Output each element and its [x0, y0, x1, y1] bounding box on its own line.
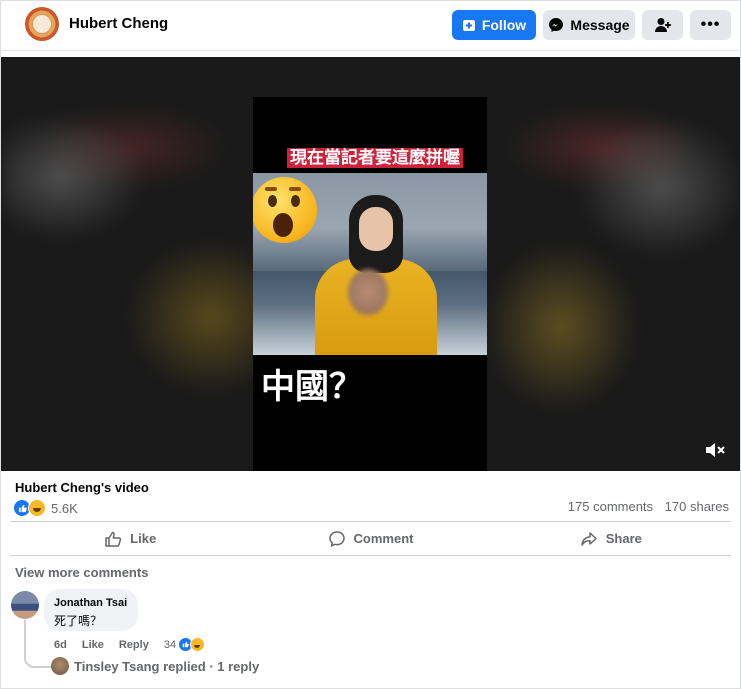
- like-button[interactable]: Like: [10, 522, 250, 555]
- view-more-comments-link[interactable]: View more comments: [15, 565, 148, 580]
- video-caption-top: 現在當記者要這麼拼喔: [287, 148, 463, 168]
- comment-reaction-count: 34: [163, 638, 177, 651]
- follow-icon: [462, 20, 475, 31]
- comment-author[interactable]: Jonathan Tsai: [54, 597, 127, 609]
- shocked-emoji-icon: [253, 177, 317, 243]
- video-player[interactable]: 現在當記者要這麼拼喔 中國？: [1, 57, 740, 471]
- reaction-count: 5.6K: [51, 500, 78, 516]
- haha-reaction-icon: [190, 637, 206, 652]
- video-frame: 現在當記者要這麼拼喔 中國？: [253, 97, 487, 471]
- comment-label: Comment: [353, 531, 414, 546]
- post-header: Hubert Cheng Follow Message •••: [0, 0, 741, 51]
- like-label: Like: [130, 531, 157, 546]
- comment-meta: 6d Like Reply 34: [54, 637, 206, 652]
- share-button[interactable]: Share: [491, 522, 731, 555]
- thumbs-up-icon: [105, 531, 122, 547]
- comment-reply-button[interactable]: Reply: [119, 639, 149, 651]
- message-label: Message: [570, 17, 630, 33]
- comment-reactions[interactable]: 34: [163, 637, 206, 652]
- haha-reaction-icon: [28, 499, 46, 517]
- comments-count[interactable]: 175 comments: [568, 499, 653, 514]
- video-caption-bottom: 中國？: [261, 368, 363, 406]
- divider-bottom: [10, 555, 731, 556]
- profile-name[interactable]: Hubert Cheng: [69, 15, 168, 32]
- view-replies-link[interactable]: Tinsley Tsang replied · 1 reply: [74, 659, 259, 674]
- replier-avatar[interactable]: [51, 657, 69, 675]
- more-options-button[interactable]: •••: [690, 10, 731, 40]
- video-title[interactable]: Hubert Cheng's video: [15, 480, 149, 495]
- reactions-summary[interactable]: 5.6K: [13, 499, 78, 517]
- comment-like-button[interactable]: Like: [82, 639, 104, 651]
- comment-text: 死了嗎？: [54, 614, 103, 628]
- reply-thread-line: [24, 620, 52, 668]
- post-stats: 175 comments 170 shares: [568, 499, 729, 514]
- follow-button[interactable]: Follow: [452, 10, 536, 40]
- add-friend-button[interactable]: [642, 10, 683, 40]
- post-actions: Like Comment Share: [10, 522, 731, 555]
- video-scene: [253, 173, 487, 355]
- messenger-icon: [549, 18, 564, 32]
- mute-icon[interactable]: [704, 441, 726, 459]
- comment-age[interactable]: 6d: [54, 639, 67, 651]
- profile-avatar[interactable]: [25, 7, 59, 41]
- share-label: Share: [605, 531, 642, 546]
- comment-button[interactable]: Comment: [250, 522, 490, 555]
- more-icon: •••: [700, 16, 721, 33]
- add-friend-icon: [654, 18, 671, 32]
- comment-icon: [328, 530, 345, 547]
- commenter-avatar[interactable]: [11, 591, 39, 619]
- message-button[interactable]: Message: [543, 10, 635, 40]
- shares-count[interactable]: 170 shares: [665, 499, 729, 514]
- follow-label: Follow: [481, 17, 527, 33]
- comment-bubble: Jonathan Tsai 死了嗎？: [44, 589, 138, 631]
- share-icon: [581, 531, 597, 546]
